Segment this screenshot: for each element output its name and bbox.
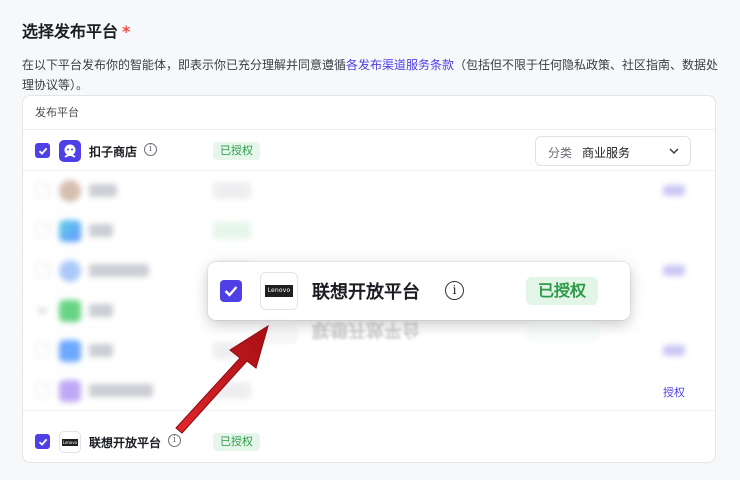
checkbox-lenovo-zoomed[interactable] bbox=[220, 280, 242, 302]
authorized-badge-zoomed: 已授权 bbox=[526, 277, 599, 305]
info-icon[interactable]: i bbox=[144, 143, 157, 156]
lenovo-logo: Lenovo bbox=[260, 272, 298, 310]
required-mark: * bbox=[122, 22, 131, 41]
category-select[interactable]: 分类 商业服务 bbox=[535, 136, 691, 166]
status-badge-blurred bbox=[213, 182, 251, 199]
platform-name: 联想开放平台 bbox=[89, 436, 162, 450]
lenovo-logo: Lenovo bbox=[59, 431, 81, 453]
platform-name-blurred bbox=[89, 184, 117, 197]
auth-link-blurred bbox=[663, 345, 685, 356]
authorize-link[interactable]: 授权 bbox=[663, 384, 685, 400]
table-row-blurred bbox=[23, 171, 715, 211]
platform-icon bbox=[59, 300, 81, 322]
info-icon[interactable]: i bbox=[445, 281, 464, 300]
checkbox[interactable] bbox=[35, 383, 50, 398]
category-label: 分类 bbox=[548, 146, 573, 160]
checkbox[interactable] bbox=[35, 223, 50, 238]
checkbox-lenovo[interactable] bbox=[35, 434, 50, 449]
platform-name-blurred bbox=[89, 264, 149, 277]
reflection-name: 联想开放平台 bbox=[312, 320, 420, 340]
table-row-lenovo[interactable]: Lenovo 联想开放平台 i 已授权 bbox=[23, 422, 715, 462]
platform-name-blurred bbox=[89, 384, 153, 397]
platform-name-blurred bbox=[89, 304, 113, 317]
table-row-feishu-multidim: 授权 bbox=[23, 371, 715, 411]
status-badge-blurred bbox=[213, 222, 251, 239]
info-icon[interactable]: i bbox=[168, 434, 181, 447]
platform-icon bbox=[59, 180, 81, 202]
lenovo-logo-text: Lenovo bbox=[62, 439, 78, 446]
section-title: 选择发布平台 * bbox=[22, 18, 130, 42]
platform-icon bbox=[59, 220, 81, 242]
table-row-blurred bbox=[23, 211, 715, 251]
terms-link[interactable]: 各发布渠道服务条款 bbox=[346, 58, 454, 72]
authorized-badge: 已授权 bbox=[213, 142, 260, 160]
platform-name-blurred bbox=[89, 224, 113, 237]
section-title-text: 选择发布平台 bbox=[22, 22, 119, 41]
chevron-down-icon bbox=[669, 148, 679, 155]
platform-icon bbox=[59, 260, 81, 282]
checkbox-coze-store[interactable] bbox=[35, 143, 50, 158]
table-row-coze-store[interactable]: 扣子商店 i 已授权 分类 商业服务 bbox=[23, 131, 715, 171]
reflection-logo bbox=[260, 320, 298, 344]
coze-store-icon bbox=[59, 140, 81, 162]
platform-name-blurred bbox=[89, 344, 113, 357]
lenovo-logo-text: Lenovo bbox=[265, 285, 293, 297]
auth-link-blurred bbox=[663, 185, 685, 196]
terms-description: 在以下平台发布你的智能体，即表示你已充分理解并同意遵循各发布渠道服务条款（包括但… bbox=[22, 55, 722, 95]
chevron-down-icon[interactable] bbox=[37, 307, 47, 315]
checkbox[interactable] bbox=[35, 263, 50, 278]
desc-text: 在以下平台发布你的智能体，即表示你已充分理解并同意遵循 bbox=[22, 58, 347, 72]
platform-icon bbox=[59, 340, 81, 362]
status-badge-blurred bbox=[213, 382, 251, 399]
zoom-reflection: 联想开放平台 bbox=[208, 320, 630, 360]
reflection-badge bbox=[526, 322, 600, 342]
auth-link-blurred bbox=[663, 265, 685, 276]
category-value: 商业服务 bbox=[582, 146, 631, 160]
platform-icon bbox=[59, 380, 81, 402]
checkbox[interactable] bbox=[35, 183, 50, 198]
authorized-badge: 已授权 bbox=[213, 433, 260, 451]
zoom-callout: Lenovo 联想开放平台 i 已授权 bbox=[208, 262, 630, 320]
table-header: 发布平台 bbox=[23, 96, 715, 130]
platform-name-zoomed: 联想开放平台 bbox=[312, 282, 420, 303]
platform-name: 扣子商店 bbox=[89, 145, 138, 159]
checkbox[interactable] bbox=[35, 343, 50, 358]
